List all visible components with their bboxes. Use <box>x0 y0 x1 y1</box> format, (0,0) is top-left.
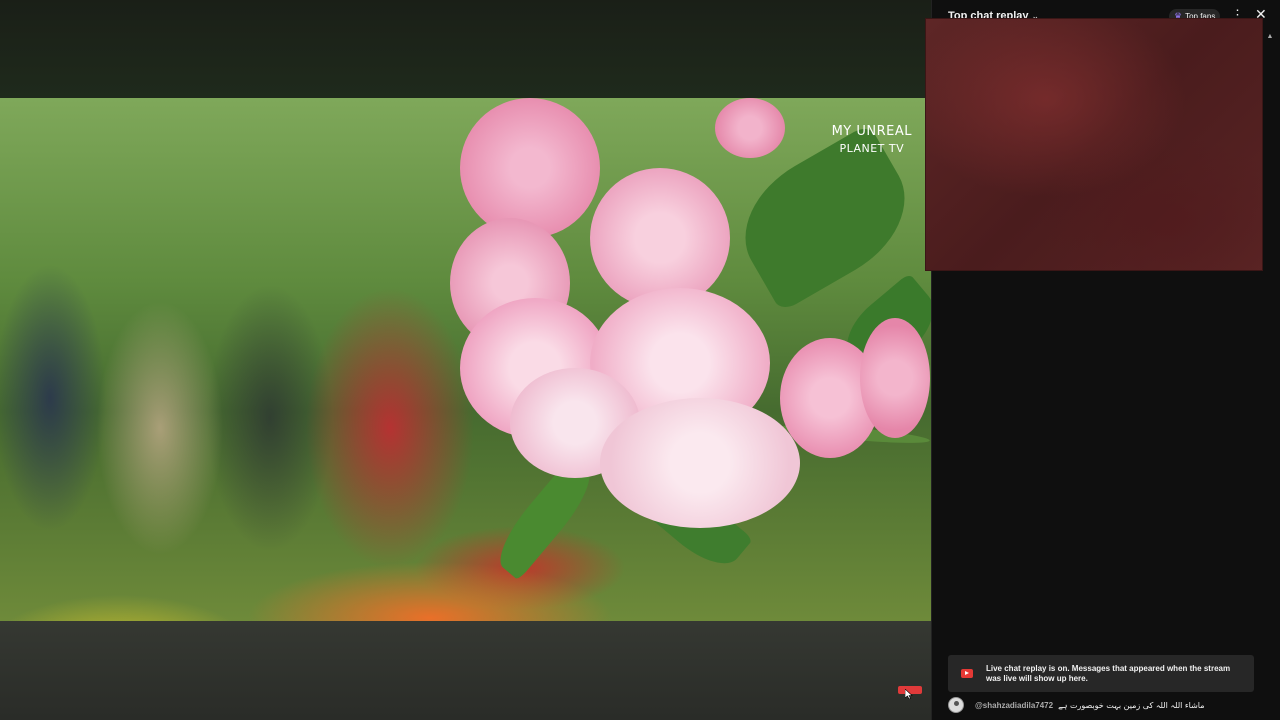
watermark-line1: MY UNREAL <box>831 124 912 139</box>
floating-overlay-panel <box>925 18 1263 271</box>
blossom <box>460 98 600 238</box>
live-chat-panel: Top chat replay ⌄ ♛ Top fans ⋮ ✕ ▲ Live … <box>925 0 1280 720</box>
blossom <box>600 398 800 528</box>
scroll-up-icon[interactable]: ▲ <box>1265 33 1275 40</box>
page: MY UNREAL PLANET TV Top chat replay ⌄ ♛ … <box>0 0 1280 720</box>
blossom <box>590 168 730 308</box>
player-letterbox-top <box>0 0 931 98</box>
chat-message-text: ماشاء اللہ اللہ کی زمین بہت خوبصورت ہے <box>1058 700 1205 710</box>
youtube-play-icon <box>961 669 973 678</box>
chat-replay-info-text: Live chat replay is on. Messages that ap… <box>986 663 1231 683</box>
avatar[interactable] <box>948 697 964 713</box>
chat-message-author[interactable]: @shahzadiadila7472 <box>975 701 1053 710</box>
mouse-cursor-icon <box>905 689 913 699</box>
blossom <box>715 98 785 158</box>
player-letterbox-bottom <box>0 621 931 720</box>
video-player[interactable]: MY UNREAL PLANET TV <box>0 0 931 720</box>
watermark-line2: PLANET TV <box>839 142 905 155</box>
blossom <box>860 318 930 438</box>
chat-scrollbar[interactable]: ▲ <box>1265 33 1275 623</box>
channel-watermark: MY UNREAL PLANET TV <box>832 124 912 155</box>
chat-replay-info-banner: Live chat replay is on. Messages that ap… <box>948 655 1254 692</box>
chat-message[interactable]: @shahzadiadila7472 ماشاء اللہ اللہ کی زم… <box>948 696 1268 714</box>
video-frame[interactable]: MY UNREAL PLANET TV <box>0 98 931 621</box>
